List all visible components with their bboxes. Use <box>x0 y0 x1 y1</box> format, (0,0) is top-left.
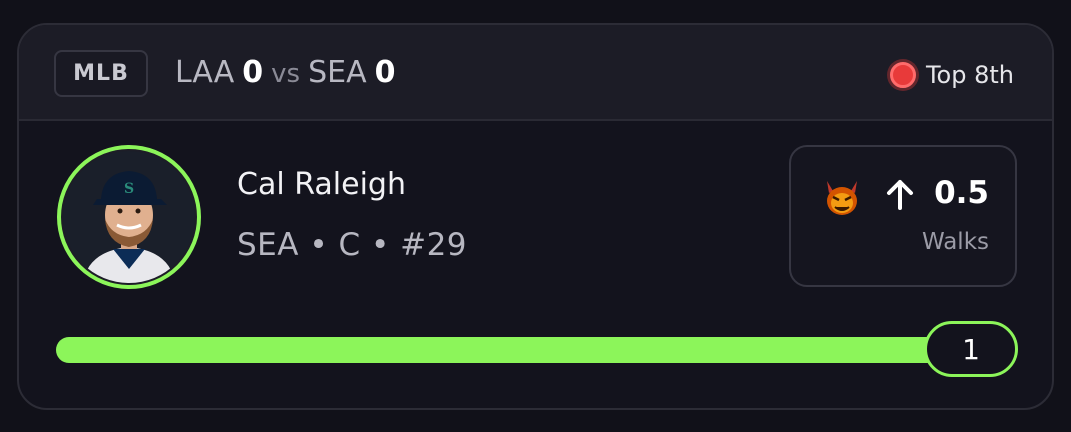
vs-label: vs <box>271 59 301 89</box>
arrow-up-icon <box>887 180 913 210</box>
progress-fill <box>56 337 956 363</box>
inning-label: Top 8th <box>925 61 1014 89</box>
away-score: 0 <box>242 55 264 90</box>
league-badge: MLB <box>54 50 148 97</box>
player-prop-card[interactable]: MLB LAA 0 vs SEA 0 Top 8th S Cal Raleigh… <box>17 23 1054 410</box>
devil-icon <box>827 181 857 215</box>
away-team: LAA <box>175 55 235 90</box>
game-status: Top 8th <box>889 57 1014 93</box>
player-avatar[interactable]: S <box>57 145 201 289</box>
game-header: MLB LAA 0 vs SEA 0 Top 8th <box>19 25 1052 121</box>
home-team: SEA <box>308 55 367 90</box>
progress-track <box>56 337 956 363</box>
player-name: Cal Raleigh <box>237 167 406 202</box>
player-photo: S <box>63 151 195 283</box>
matchup: LAA 0 vs SEA 0 <box>175 55 396 95</box>
prop-line-value: 0.5 <box>934 175 989 211</box>
prop-stat-label: Walks <box>921 229 989 255</box>
prop-line-box[interactable]: 0.5 Walks <box>789 145 1017 287</box>
svg-text:S: S <box>124 181 134 197</box>
player-meta: SEA • C • #29 <box>237 227 468 263</box>
home-score: 0 <box>374 55 396 90</box>
progress-count: 1 <box>924 321 1018 377</box>
live-dot-icon <box>889 62 916 88</box>
